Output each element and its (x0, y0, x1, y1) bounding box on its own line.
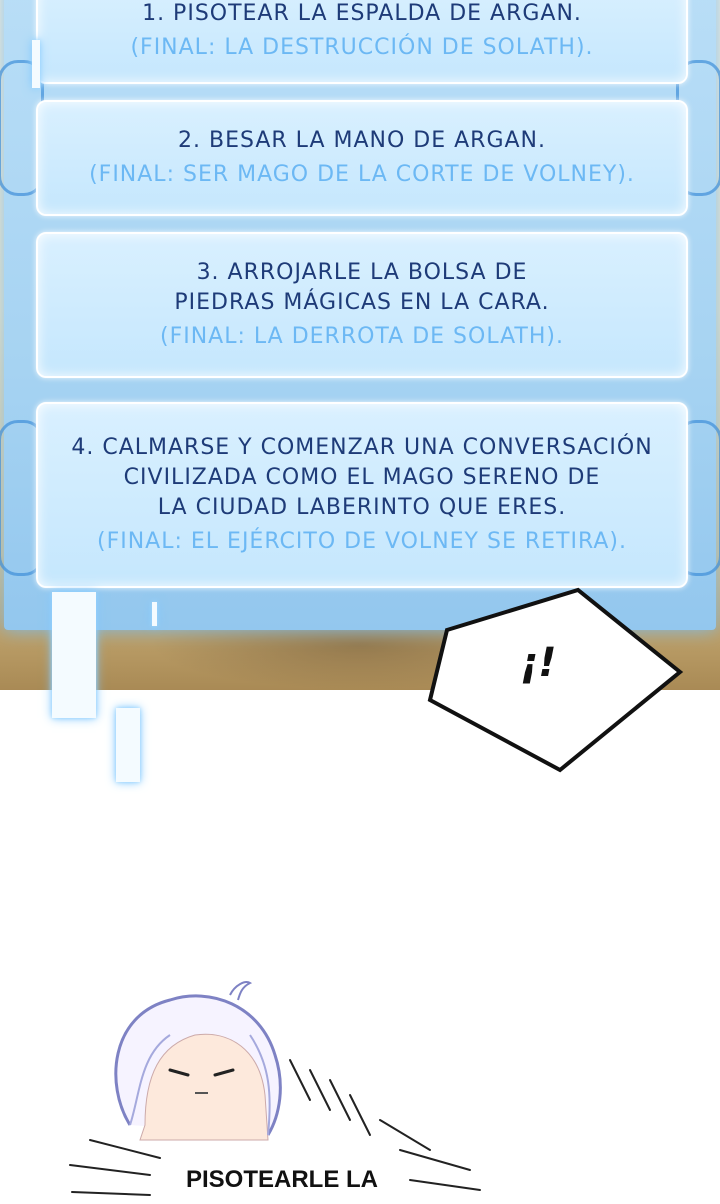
character-portrait (114, 981, 282, 1141)
speech-bubble-text: ¡! (520, 640, 557, 686)
caption-text: PISOTEARLE LA (186, 1166, 379, 1193)
speech-bubble (427, 587, 684, 773)
